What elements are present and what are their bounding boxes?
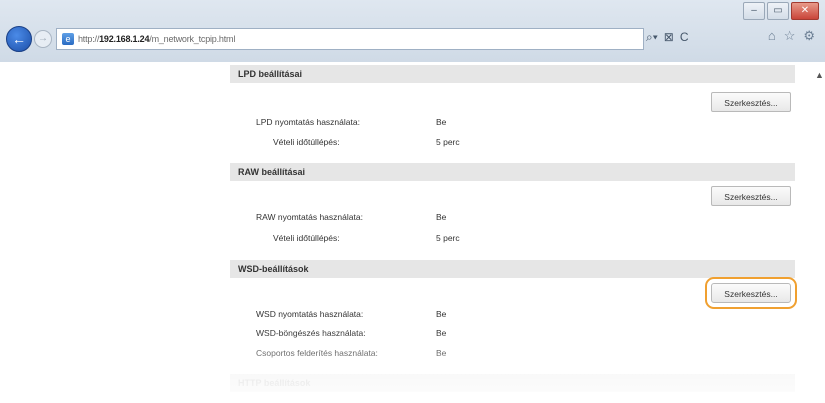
page-icon: e	[62, 33, 74, 45]
url-prefix: http://	[78, 34, 100, 44]
gear-icon[interactable]: ⚙	[803, 28, 815, 44]
section-header-lpd: LPD beállításai	[230, 65, 795, 83]
section-header-http: HTTP beállítások	[230, 374, 795, 392]
lpd-print-label: LPD nyomtatás használata:	[256, 117, 360, 127]
window-controls: – ▭ ✕	[741, 2, 819, 20]
address-bar[interactable]: e http://192.168.1.24/m_network_tcpip.ht…	[56, 28, 644, 50]
url-text: http://192.168.1.24/m_network_tcpip.html	[78, 34, 235, 44]
raw-print-value: Be	[436, 212, 447, 222]
lpd-timeout-label: Vételi időtúllépés:	[273, 137, 340, 147]
maximize-icon[interactable]: ▭	[767, 2, 789, 20]
section-header-wsd: WSD-beállítások	[230, 260, 795, 278]
section-header-raw: RAW beállításai	[230, 163, 795, 181]
star-icon[interactable]: ☆	[784, 28, 796, 44]
lpd-edit-button[interactable]: Szerkesztés...	[711, 92, 791, 112]
wsd-print-value: Be	[436, 309, 447, 319]
page-content	[0, 62, 825, 403]
browser-toolbar: – ▭ ✕ ← → e http://192.168.1.24/m_networ…	[0, 0, 825, 62]
back-icon[interactable]: ←	[6, 26, 32, 52]
wsd-multicast-label: Csoportos felderítés használata:	[256, 348, 378, 358]
wsd-multicast-value: Be	[436, 348, 447, 358]
wsd-browse-value: Be	[436, 328, 447, 338]
favorites-tools: ⌂ ☆ ⚙	[768, 28, 815, 44]
close-icon[interactable]: ✕	[791, 2, 819, 20]
lpd-print-value: Be	[436, 117, 447, 127]
raw-timeout-label: Vételi időtúllépés:	[273, 233, 340, 243]
minimize-icon[interactable]: –	[743, 2, 765, 20]
search-icon[interactable]: ⌕▾	[646, 30, 658, 45]
raw-timeout-value: 5 perc	[436, 233, 460, 243]
wsd-browse-label: WSD-böngészés használata:	[256, 328, 366, 338]
url-path: /m_network_tcpip.html	[149, 34, 236, 44]
forward-icon[interactable]: →	[34, 30, 52, 48]
address-tools: ⌕▾ ⊠ C	[646, 30, 689, 45]
compat-icon[interactable]: ⊠	[664, 30, 674, 45]
scroll-up-icon[interactable]: ▲	[815, 70, 824, 80]
url-host: 192.168.1.24	[99, 34, 150, 44]
raw-edit-button[interactable]: Szerkesztés...	[711, 186, 791, 206]
wsd-edit-button[interactable]: Szerkesztés...	[705, 277, 797, 309]
wsd-print-label: WSD nyomtatás használata:	[256, 309, 364, 319]
lpd-timeout-value: 5 perc	[436, 137, 460, 147]
raw-print-label: RAW nyomtatás használata:	[256, 212, 363, 222]
refresh-icon[interactable]: C	[680, 30, 689, 45]
home-icon[interactable]: ⌂	[768, 28, 776, 44]
